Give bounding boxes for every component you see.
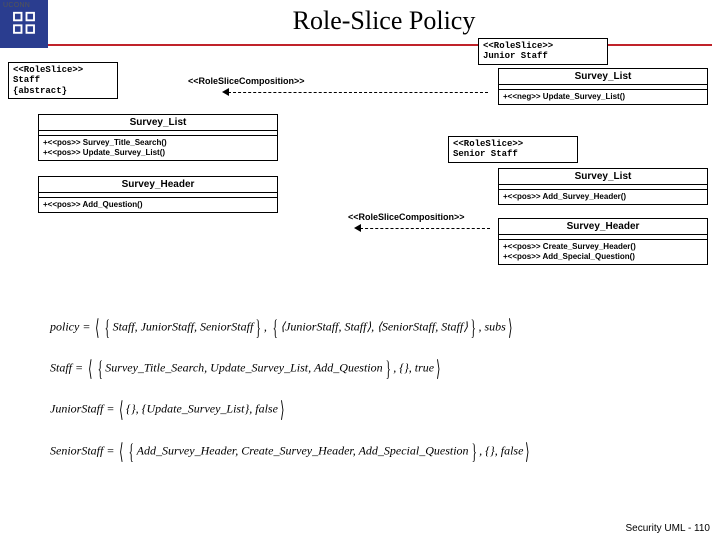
op: +<<pos>> Add_Question()	[39, 198, 277, 212]
eq-policy: policy = ⟨{Staff, JuniorStaff, SeniorSta…	[50, 310, 700, 345]
role-junior: <<RoleSlice>> Junior Staff	[478, 38, 608, 65]
arrowhead-icon	[354, 224, 361, 232]
equations-block: policy = ⟨{Staff, JuniorStaff, SeniorSta…	[50, 310, 700, 475]
shield-icon	[9, 9, 39, 39]
org-label: UCONN	[3, 2, 30, 9]
role-staff: <<RoleSlice>> Staff {abstract}	[8, 62, 118, 99]
slide-header: UCONN Role-Slice Policy	[0, 0, 720, 48]
stereo-text: <<RoleSlice>>	[13, 65, 83, 75]
role-senior: <<RoleSlice>> Senior Staff	[448, 136, 578, 163]
title-underline	[48, 44, 712, 46]
class-survey-header-senior: Survey_Header +<<pos>> Create_Survey_Hea…	[498, 218, 708, 265]
diagram-canvas: <<RoleSlice>> Staff {abstract} <<RoleSli…	[8, 56, 712, 296]
eq-junior: JuniorStaff = ⟨{}, {Update_Survey_List},…	[50, 392, 700, 427]
class-name: Survey_Header	[499, 219, 707, 234]
relation-comp-2: <<RoleSliceComposition>>	[348, 212, 465, 222]
op: +<<pos>> Add_Survey_Header()	[499, 190, 707, 204]
relation-comp-1: <<RoleSliceComposition>>	[188, 76, 305, 86]
class-name: Survey_List	[499, 69, 707, 84]
slide-footer: Security UML - 110	[626, 523, 710, 534]
slide-title: Role-Slice Policy	[48, 0, 720, 36]
class-survey-header-staff: Survey_Header +<<pos>> Add_Question()	[38, 176, 278, 213]
eq-staff: Staff = ⟨{Survey_Title_Search, Update_Su…	[50, 351, 700, 386]
op: +<<pos>> Survey_Title_Search()	[43, 138, 167, 147]
op: +<<neg>> Update_Survey_List()	[499, 90, 707, 104]
class-survey-list-staff: Survey_List +<<pos>> Survey_Title_Search…	[38, 114, 278, 161]
class-name: Survey_List	[499, 169, 707, 184]
op: +<<pos>> Update_Survey_List()	[43, 148, 165, 157]
class-survey-list-senior: Survey_List +<<pos>> Add_Survey_Header()	[498, 168, 708, 205]
dashed-arrow-1	[228, 92, 488, 93]
eq-senior: SeniorStaff = ⟨{Add_Survey_Header, Creat…	[50, 434, 700, 469]
stereo-text: <<RoleSlice>>	[453, 139, 523, 149]
role-name: Senior Staff	[453, 149, 518, 159]
role-name: Staff	[13, 75, 40, 85]
arrowhead-icon	[222, 88, 229, 96]
class-name: Survey_List	[39, 115, 277, 130]
dashed-arrow-2	[360, 228, 490, 229]
op: +<<pos>> Add_Special_Question()	[503, 252, 635, 261]
stereo-text: <<RoleSlice>>	[483, 41, 553, 51]
role-name: Junior Staff	[483, 51, 548, 61]
class-survey-list-junior: Survey_List +<<neg>> Update_Survey_List(…	[498, 68, 708, 105]
role-mod: {abstract}	[13, 86, 67, 96]
class-name: Survey_Header	[39, 177, 277, 192]
op: +<<pos>> Create_Survey_Header()	[503, 242, 636, 251]
